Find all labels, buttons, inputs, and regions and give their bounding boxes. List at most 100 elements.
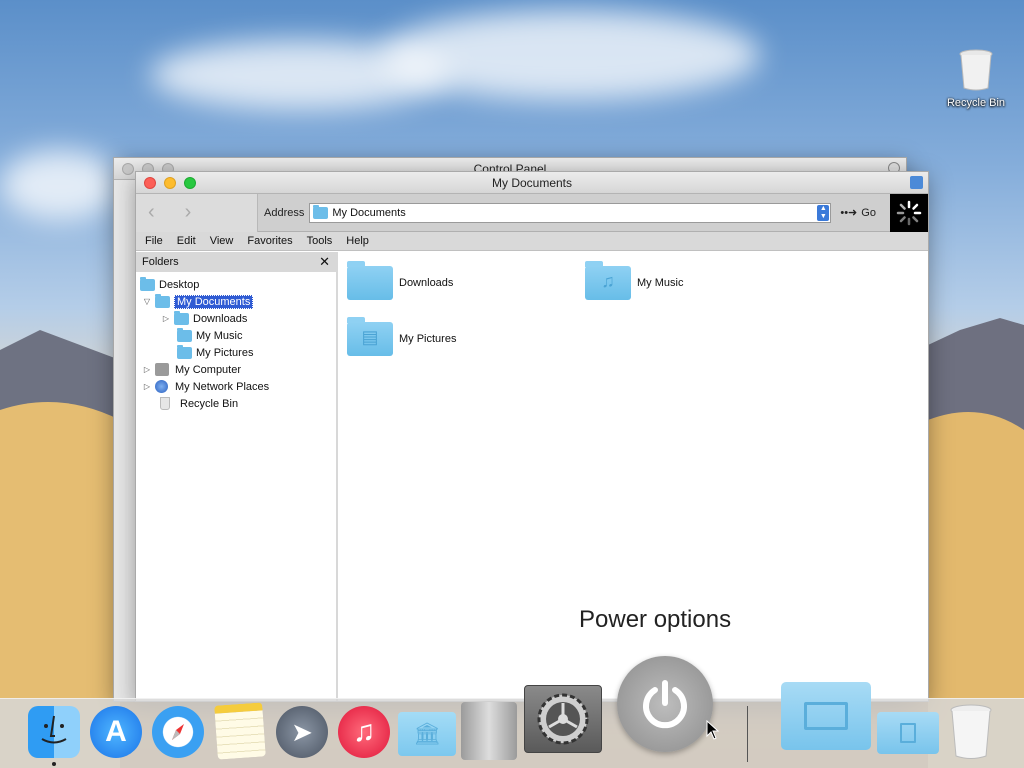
folder-icon [155, 293, 170, 308]
folder-tree: Desktop ▽ My Documents ▷ Downloads My Mu… [136, 272, 336, 412]
tree-item-my-pictures[interactable]: My Pictures [136, 344, 336, 361]
tree-item-my-computer[interactable]: ▷ My Computer [136, 361, 336, 378]
rocket-glyph: ➤ [291, 716, 313, 747]
window-titlebar[interactable]: My Documents [136, 172, 928, 194]
menu-bar: File Edit View Favorites Tools Help [136, 232, 928, 251]
menu-tools[interactable]: Tools [307, 235, 333, 247]
tree-item-my-documents[interactable]: ▽ My Documents [136, 293, 336, 310]
tree-item-label: My Network Places [175, 380, 270, 393]
notes-icon[interactable] [214, 702, 266, 760]
finder-face-glyph [41, 715, 67, 744]
library-glyph: 🏛 [413, 721, 441, 746]
close-button[interactable] [144, 177, 156, 189]
folder-item-downloads[interactable]: Downloads [347, 261, 454, 300]
menu-help[interactable]: Help [346, 235, 369, 247]
activity-spinner [890, 194, 928, 232]
menu-file[interactable]: File [145, 235, 163, 247]
folder-item-label: My Pictures [399, 333, 457, 345]
tree-item-my-music[interactable]: My Music [136, 327, 336, 344]
folder-icon [140, 276, 155, 291]
folder-icon [177, 327, 192, 342]
music-folder-icon: ♫ [585, 261, 631, 300]
gear-icon [537, 693, 589, 745]
dock-divider [747, 706, 748, 762]
address-field[interactable]: My Documents ▲ ▼ [309, 202, 832, 223]
tree-item-label: My Documents [174, 294, 254, 309]
folders-title: Folders [142, 256, 179, 268]
address-value: My Documents [332, 206, 406, 219]
close-button[interactable] [122, 163, 134, 175]
go-label: Go [861, 206, 876, 219]
collapsed-triangle-icon[interactable]: ▷ [161, 314, 171, 323]
power-options-label: Power options [579, 606, 732, 633]
music-note-glyph: ♫ [352, 715, 376, 748]
spinner-icon [896, 200, 922, 226]
network-icon [155, 380, 168, 393]
back-button[interactable]: ‹ [148, 201, 155, 224]
folder-icon [347, 261, 393, 300]
tree-item-label: Recycle Bin [180, 397, 239, 410]
computer-icon [155, 363, 169, 376]
trash-icon[interactable] [948, 704, 994, 760]
menu-view[interactable]: View [210, 235, 234, 247]
mouse-cursor-icon [706, 720, 720, 740]
file-folder-icon[interactable] [877, 712, 939, 754]
tree-item-label: My Pictures [196, 346, 254, 359]
folder-icon [177, 344, 192, 359]
power-button[interactable] [617, 656, 713, 752]
expanded-triangle-icon[interactable]: ▽ [142, 297, 152, 306]
folder-item-my-music[interactable]: ♫ My Music [585, 261, 683, 300]
folders-header: Folders ✕ [136, 252, 336, 272]
finder-face-icon[interactable] [910, 176, 923, 189]
menu-favorites[interactable]: Favorites [247, 235, 292, 247]
app-store-icon[interactable]: A [90, 706, 142, 758]
window-title: My Documents [491, 176, 573, 190]
mac-pro-icon[interactable] [461, 702, 517, 760]
folder-item-my-pictures[interactable]: ▤ My Pictures [347, 317, 457, 356]
folder-item-label: Downloads [399, 277, 454, 289]
my-documents-window[interactable]: My Documents ‹ › Address My Documents ▲ ▼… [135, 171, 929, 702]
desktop-recycle-bin-label: Recycle Bin [946, 97, 1006, 109]
safari-icon[interactable] [152, 706, 204, 758]
library-folder-icon[interactable]: 🏛 [398, 712, 456, 756]
tree-item-label: Downloads [193, 312, 248, 325]
pictures-folder-icon: ▤ [347, 317, 393, 356]
folders-pane: Folders ✕ Desktop ▽ My Documents ▷ Downl… [136, 252, 338, 701]
compass-glyph [172, 724, 184, 740]
go-button[interactable]: ••➜ Go [840, 206, 876, 220]
address-label: Address [264, 206, 305, 219]
power-icon [643, 680, 687, 729]
go-arrow-icon: ••➜ [840, 207, 858, 219]
address-dropdown-button[interactable]: ▲ ▼ [817, 204, 830, 221]
tree-item-my-network-places[interactable]: ▷ My Network Places [136, 378, 336, 395]
tree-item-label: My Computer [175, 363, 242, 376]
menu-edit[interactable]: Edit [177, 235, 196, 247]
folder-icon [174, 310, 189, 325]
tree-item-downloads[interactable]: ▷ Downloads [136, 310, 336, 327]
forward-button[interactable]: › [185, 201, 192, 224]
zoom-button[interactable] [184, 177, 196, 189]
desktop-recycle-bin[interactable]: Recycle Bin [944, 48, 1008, 109]
toolbar: ‹ › Address My Documents ▲ ▼ ••➜ Go [136, 193, 928, 232]
app-store-glyph: A [105, 715, 127, 748]
tree-item-label: Desktop [159, 278, 200, 291]
tree-item-recycle-bin[interactable]: Recycle Bin [136, 395, 336, 412]
window-controls [144, 177, 196, 189]
tree-item-desktop[interactable]: Desktop [136, 276, 336, 293]
documents-folder-icon[interactable] [781, 682, 871, 750]
tree-item-label: My Music [196, 329, 243, 342]
finder-icon[interactable] [28, 706, 80, 758]
folder-icon [313, 204, 329, 219]
trash-icon [959, 49, 993, 91]
collapsed-triangle-icon[interactable]: ▷ [142, 365, 152, 374]
trash-icon [160, 397, 170, 410]
collapsed-triangle-icon[interactable]: ▷ [142, 382, 152, 391]
itunes-icon[interactable]: ♫ [338, 706, 390, 758]
window-glyph [804, 702, 848, 730]
close-pane-icon[interactable]: ✕ [319, 254, 330, 270]
system-preferences-icon[interactable] [524, 685, 602, 753]
minimize-button[interactable] [164, 177, 176, 189]
nav-buttons: ‹ › [136, 193, 258, 232]
running-indicator [52, 762, 56, 766]
launchpad-icon[interactable]: ➤ [276, 706, 328, 758]
